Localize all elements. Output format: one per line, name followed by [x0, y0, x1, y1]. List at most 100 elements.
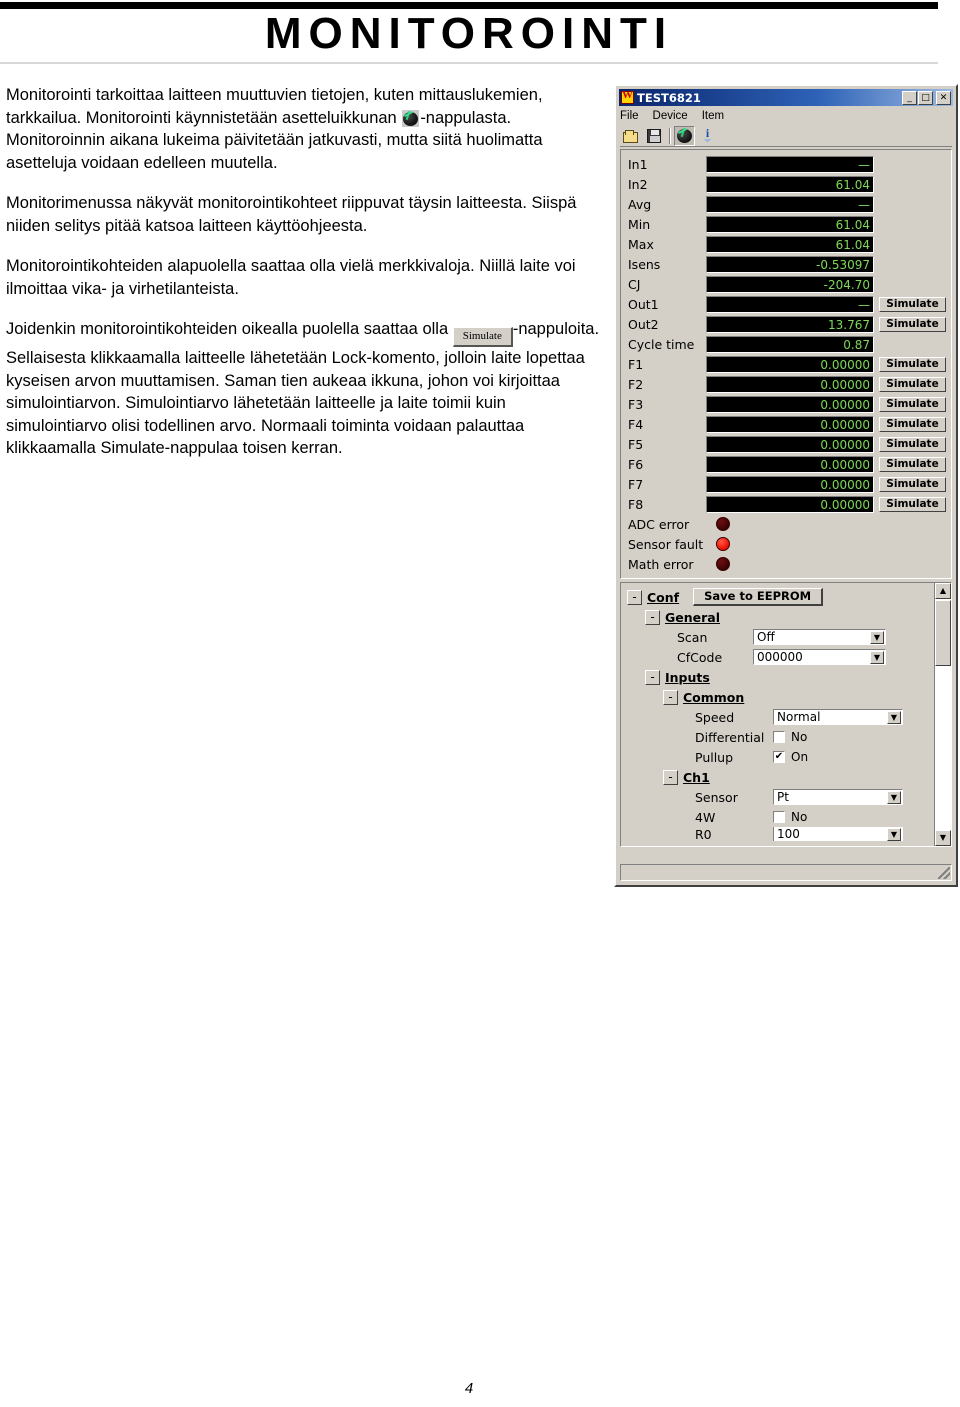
simulate-slot: Simulate [874, 396, 946, 412]
monitor-label: Avg [628, 196, 652, 212]
simulate-button[interactable]: Simulate [879, 496, 946, 512]
tree-label-ch1[interactable]: Ch1 [683, 770, 710, 785]
monitor-row-cj: CJ -204.70 [621, 274, 951, 294]
cfcode-dropdown[interactable]: 000000 ▼ [753, 649, 886, 665]
monitor-label: Max [628, 236, 654, 252]
monitor-row-f4: F4 0.00000 Simulate [621, 414, 951, 434]
simulate-button[interactable]: Simulate [879, 436, 946, 452]
monitor-value: 61.04 [706, 215, 874, 233]
configuration-tree-panel: - Conf Save to EEPROM - General Scan Off… [620, 582, 952, 847]
sensor-fault-led-icon [716, 537, 730, 551]
save-button[interactable] [643, 126, 664, 146]
monitor-toggle-button[interactable] [674, 125, 695, 146]
led-row-sensor-fault: Sensor fault [621, 534, 951, 554]
chevron-down-icon[interactable]: ▼ [870, 651, 884, 664]
monitor-row-f7: F7 0.00000 Simulate [621, 474, 951, 494]
simulate-button[interactable]: Simulate [879, 476, 946, 492]
field-label-pullup: Pullup [695, 749, 734, 765]
simulate-button[interactable]: Simulate [879, 316, 946, 332]
close-button[interactable]: ✕ [936, 90, 951, 105]
speed-dropdown[interactable]: Normal ▼ [773, 709, 903, 725]
monitor-label: F5 [628, 436, 644, 452]
monitor-label: F6 [628, 456, 644, 472]
collapse-ch1-icon[interactable]: - [663, 769, 678, 785]
maximize-button[interactable]: □ [918, 90, 933, 105]
monitor-row-min: Min 61.04 [621, 214, 951, 234]
chevron-down-icon[interactable]: ▼ [887, 711, 901, 724]
monitor-label: F7 [628, 476, 644, 492]
field-label-r0: R0 [695, 827, 712, 841]
collapse-conf-icon[interactable]: - [627, 589, 642, 605]
simulate-button[interactable]: Simulate [879, 296, 946, 312]
chevron-down-icon[interactable]: ▼ [887, 791, 901, 804]
menu-item-device[interactable]: Device [653, 110, 688, 122]
simulate-button[interactable]: Simulate [879, 416, 946, 432]
field-label-4w: 4W [695, 809, 716, 825]
pullup-value: On [791, 750, 809, 764]
monitor-row-f8: F8 0.00000 Simulate [621, 494, 951, 514]
collapse-general-icon[interactable]: - [645, 609, 660, 625]
collapse-common-icon[interactable]: - [663, 689, 678, 705]
monitor-label: F8 [628, 496, 644, 512]
status-bar [620, 864, 952, 881]
tree-label-conf[interactable]: Conf [647, 590, 679, 605]
scroll-up-button[interactable]: ▲ [935, 583, 951, 599]
monitor-label: Out2 [628, 316, 659, 332]
scrollbar-thumb[interactable] [935, 600, 951, 666]
config-vertical-scrollbar[interactable]: ▲ ▼ [934, 583, 951, 846]
window-titlebar[interactable]: TEST6821 _ □ ✕ [619, 89, 953, 106]
tree-label-inputs[interactable]: Inputs [665, 670, 710, 685]
title-divider [0, 62, 938, 64]
monitor-label: Isens [628, 256, 661, 272]
scan-dropdown[interactable]: Off ▼ [753, 629, 886, 645]
monitor-value: -204.70 [706, 275, 874, 293]
field-pullup: Pullup ✔ On [621, 747, 934, 767]
fourw-checkbox-wrap: No [773, 810, 807, 824]
scan-value: Off [757, 630, 775, 644]
tree-label-common[interactable]: Common [683, 690, 744, 705]
page-number: 4 [464, 1380, 474, 1397]
sensor-dropdown[interactable]: Pt ▼ [773, 789, 903, 805]
monitor-row-f5: F5 0.00000 Simulate [621, 434, 951, 454]
menu-item-file[interactable]: File [620, 110, 639, 122]
monitor-value: 0.00000 [706, 395, 874, 413]
open-button[interactable] [620, 126, 641, 146]
fourw-checkbox[interactable] [773, 811, 785, 823]
collapse-inputs-icon[interactable]: - [645, 669, 660, 685]
field-label-differential: Differential [695, 729, 765, 745]
simulate-button[interactable]: Simulate [879, 396, 946, 412]
tree-label-general[interactable]: General [665, 610, 720, 625]
simulate-slot: Simulate [874, 316, 946, 332]
monitor-label: Min [628, 216, 651, 232]
r0-dropdown[interactable]: 100 ▼ [773, 827, 903, 841]
scroll-down-button[interactable]: ▼ [935, 830, 951, 846]
simulate-button[interactable]: Simulate [879, 356, 946, 372]
monitor-row-avg: Avg — [621, 194, 951, 214]
paragraph-4: Joidenkin monitorointikohteiden oikealla… [6, 318, 606, 460]
simulate-button[interactable]: Simulate [879, 456, 946, 472]
simulate-button[interactable]: Simulate [879, 376, 946, 392]
info-button[interactable] [697, 126, 718, 146]
tree-node-conf: - Conf Save to EEPROM [621, 587, 934, 607]
led-label: Sensor fault [628, 536, 704, 552]
chevron-down-icon[interactable]: ▼ [887, 828, 901, 841]
monitor-row-in1: In1 — [621, 154, 951, 174]
monitor-value: 0.00000 [706, 475, 874, 493]
chevron-down-icon[interactable]: ▼ [870, 631, 884, 644]
monitor-value: 0.00000 [706, 455, 874, 473]
fourw-value: No [791, 810, 808, 824]
menu-bar: File Device Item [620, 108, 952, 124]
monitor-label: F2 [628, 376, 644, 392]
save-to-eeprom-button[interactable]: Save to EEPROM [693, 588, 824, 606]
resize-grip-icon[interactable] [938, 867, 950, 879]
math-error-led-icon [716, 557, 730, 571]
menu-item-item[interactable]: Item [702, 110, 724, 122]
field-label-cfcode: CfCode [677, 649, 723, 665]
monitor-label: CJ [628, 276, 641, 292]
minimize-button[interactable]: _ [902, 90, 917, 105]
cfcode-value: 000000 [757, 650, 803, 664]
differential-checkbox[interactable] [773, 731, 785, 743]
pullup-checkbox[interactable]: ✔ [773, 751, 785, 763]
paragraph-1: Monitorointi tarkoittaa laitteen muuttuv… [6, 84, 606, 174]
monitor-row-isens: Isens -0.53097 [621, 254, 951, 274]
